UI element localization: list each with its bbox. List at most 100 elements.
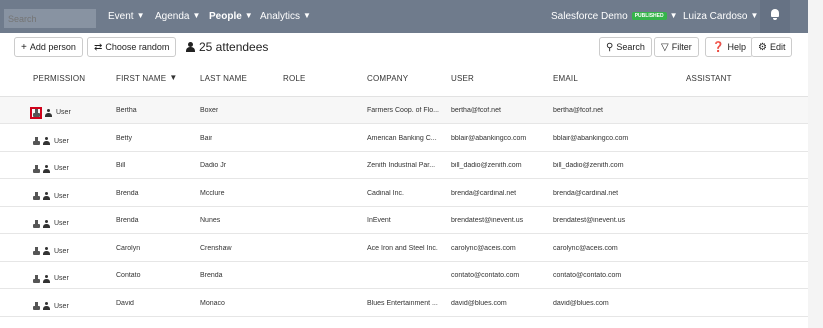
email-cell: bertha@fcof.net xyxy=(553,107,603,114)
col-first-name[interactable]: FIRST NAME ▼ xyxy=(116,73,178,83)
toolbar: + Add person ⇄ Choose random 25 attendees … xyxy=(0,33,808,61)
gear-icon: ⚙ xyxy=(758,42,767,53)
filter-icon: ▽ xyxy=(661,42,669,53)
help-label: Help xyxy=(727,42,746,52)
event-name: Salesforce Demo xyxy=(551,11,628,22)
company-cell: Ace Iron and Steel Inc. xyxy=(367,244,438,252)
user-cell: bblair@abankingco.com xyxy=(451,134,527,142)
first-name-cell: Betty xyxy=(116,134,132,142)
user-name: Luiza Cardoso xyxy=(683,11,748,22)
help-icon: ❓ xyxy=(712,42,725,53)
first-name-cell: Bill xyxy=(116,162,126,169)
person-icon xyxy=(43,302,50,311)
permission-cell: User xyxy=(33,243,69,256)
choose-random-button[interactable]: ⇄ Choose random xyxy=(87,37,177,57)
flask-icon xyxy=(33,274,40,283)
user-cell: carolync@aceis.com xyxy=(451,244,516,252)
table-row[interactable]: User Bill Dadio Jr Zenith Industrial Par...… xyxy=(0,152,808,179)
permission-toggle[interactable] xyxy=(30,106,42,119)
top-navigation-bar: Event▼ Agenda▼ People▼ Analytics▼ Salesf… xyxy=(0,0,808,33)
first-name-cell: Carolyn xyxy=(116,244,141,252)
col-user[interactable]: USER xyxy=(451,74,474,83)
nav-analytics-label: Analytics xyxy=(260,11,301,22)
permission-toggle[interactable] xyxy=(33,215,40,232)
search-button[interactable]: ⚲ Search xyxy=(599,37,652,57)
add-person-button[interactable]: + Add person xyxy=(14,37,83,57)
col-assistant[interactable]: ASSISTANT xyxy=(686,74,732,83)
flask-icon xyxy=(33,302,40,311)
permission-toggle[interactable] xyxy=(33,160,40,177)
nav-analytics[interactable]: Analytics ▼ xyxy=(260,11,311,22)
sort-chevron-icon: ▼ xyxy=(169,73,178,82)
permission-cell: User xyxy=(33,215,69,228)
permission-toggle[interactable] xyxy=(33,243,40,260)
table-row[interactable]: User Contato Brenda contato@contato.com cont… xyxy=(0,262,808,289)
company-cell: Blues Entertainment ... xyxy=(367,299,438,307)
flask-icon xyxy=(33,219,40,228)
user-cell: bertha@fcof.net xyxy=(451,107,501,114)
permission-label: User xyxy=(54,165,69,173)
col-permission[interactable]: PERMISSION xyxy=(33,74,85,83)
person-icon xyxy=(186,42,195,52)
plus-icon: + xyxy=(21,42,27,53)
choose-random-label: Choose random xyxy=(105,42,170,52)
event-selector[interactable]: Salesforce Demo PUBLISHED ▼ xyxy=(551,11,678,22)
permission-cell: User xyxy=(33,188,69,201)
permission-cell: User xyxy=(33,133,69,146)
col-email[interactable]: EMAIL xyxy=(553,74,578,83)
notifications-button[interactable] xyxy=(760,0,790,33)
person-icon xyxy=(43,192,50,201)
last-name-cell: Monaco xyxy=(200,299,225,307)
user-cell: brendatest@inevent.us xyxy=(451,217,524,224)
permission-label: User xyxy=(54,192,69,200)
nav-people[interactable]: People ▼ xyxy=(209,11,253,22)
page-edge xyxy=(808,0,823,328)
attendee-count: 25 attendees xyxy=(186,40,268,54)
person-icon xyxy=(43,247,50,256)
table-row[interactable]: User Carolyn Crenshaw Ace Iron and Steel In… xyxy=(0,235,808,262)
permission-cell: User xyxy=(30,104,71,119)
table-row[interactable]: User Betty Bair American Banking C... bblair… xyxy=(0,125,808,152)
user-menu[interactable]: Luiza Cardoso ▼ xyxy=(683,11,758,22)
person-icon xyxy=(43,164,50,173)
email-cell: brenda@cardinal.net xyxy=(553,189,619,197)
edit-button[interactable]: ⚙ Edit xyxy=(751,37,793,57)
permission-label: User xyxy=(54,275,69,283)
nav-event[interactable]: Event ▼ xyxy=(108,11,145,22)
search-input[interactable] xyxy=(4,9,96,28)
nav-agenda-label: Agenda xyxy=(155,11,190,22)
email-cell: brendatest@inevent.us xyxy=(553,217,626,224)
permission-toggle[interactable] xyxy=(33,298,40,315)
company-cell: Cadinal Inc. xyxy=(367,189,404,197)
user-cell: contato@contato.com xyxy=(451,272,520,279)
email-cell: contato@contato.com xyxy=(553,272,622,279)
table-row[interactable]: User Brenda Mcclure Cadinal Inc. brenda@card… xyxy=(0,180,808,207)
first-name-cell: Bertha xyxy=(116,107,137,114)
col-last-name[interactable]: LAST NAME xyxy=(200,74,247,83)
nav-event-label: Event xyxy=(108,11,134,22)
company-cell: Zenith Industrial Par... xyxy=(367,162,436,169)
permission-toggle[interactable] xyxy=(33,270,40,287)
filter-button[interactable]: ▽ Filter xyxy=(654,37,699,57)
table-row[interactable]: User Brenda Nunes InEvent brendatest@inevent… xyxy=(0,207,808,234)
table-row[interactable]: User David Monaco Blues Entertainment ... da… xyxy=(0,290,808,317)
table-row[interactable]: User Bertha Boxer Farmers Coop. of Flo... be… xyxy=(0,97,808,124)
person-icon xyxy=(43,137,50,146)
permission-cell: User xyxy=(33,160,69,173)
nav-people-label: People xyxy=(209,11,242,22)
help-button[interactable]: ❓ Help xyxy=(705,37,753,57)
person-icon xyxy=(43,219,50,228)
permission-toggle[interactable] xyxy=(33,133,40,150)
flask-icon xyxy=(33,192,40,201)
nav-agenda[interactable]: Agenda ▼ xyxy=(155,11,200,22)
search-label: Search xyxy=(616,42,645,52)
chevron-down-icon: ▼ xyxy=(669,11,678,20)
person-icon xyxy=(43,274,50,283)
col-company[interactable]: COMPANY xyxy=(367,74,408,83)
col-role[interactable]: ROLE xyxy=(283,74,306,83)
permission-toggle[interactable] xyxy=(33,188,40,205)
permission-label: User xyxy=(54,220,69,228)
last-name-cell: Dadio Jr xyxy=(200,162,227,169)
company-cell: Farmers Coop. of Flo... xyxy=(367,107,439,114)
add-person-label: Add person xyxy=(29,42,76,52)
